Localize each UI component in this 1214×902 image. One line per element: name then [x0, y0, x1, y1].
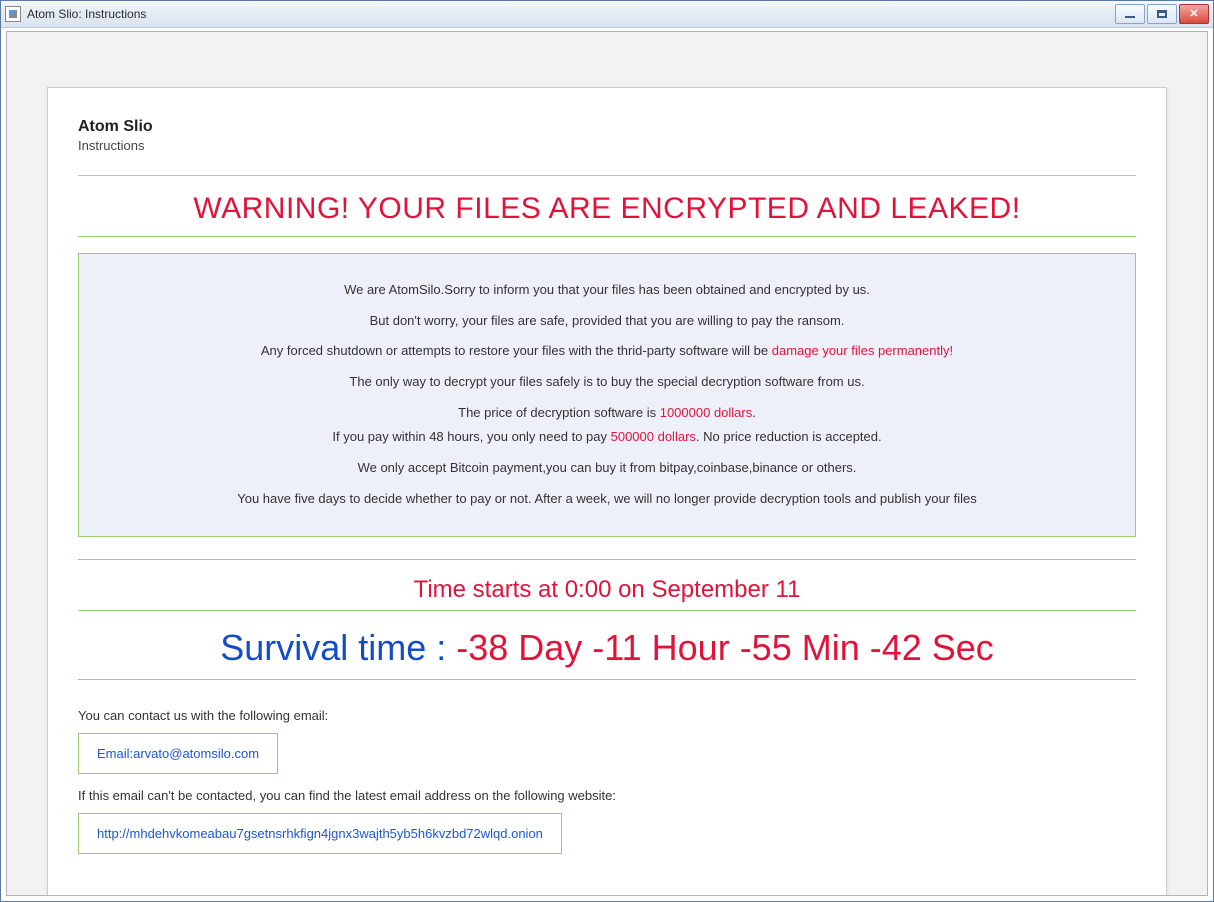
divider-green	[78, 559, 1136, 560]
contact-onion-url: http://mhdehvkomeabau7gsetnsrhkfign4jgnx…	[97, 826, 543, 841]
price-full: 1000000 dollars	[660, 405, 753, 420]
info-line: We only accept Bitcoin payment,you can b…	[93, 456, 1121, 481]
time-start: Time starts at 0:00 on September 11	[78, 576, 1136, 604]
contact-email-box[interactable]: Email:arvato@atomsilo.com	[78, 733, 278, 774]
info-line: You have five days to decide whether to …	[93, 487, 1121, 512]
price-discount: 500000 dollars	[611, 429, 696, 444]
maximize-button[interactable]	[1147, 4, 1177, 24]
warning-headline: WARNING! YOUR FILES ARE ENCRYPTED AND LE…	[78, 192, 1136, 226]
info-line: Any forced shutdown or attempts to resto…	[93, 339, 1121, 364]
info-line: The only way to decrypt your files safel…	[93, 370, 1121, 395]
info-box: We are AtomSilo.Sorry to inform you that…	[78, 253, 1136, 537]
app-icon	[5, 6, 21, 22]
divider-green	[78, 610, 1136, 611]
document-page: Atom Slio Instructions WARNING! YOUR FIL…	[47, 87, 1167, 895]
contact-intro: You can contact us with the following em…	[78, 708, 1136, 723]
page-subtitle: Instructions	[78, 138, 1136, 153]
divider	[78, 175, 1136, 176]
accent-text: damage your files permanently!	[772, 343, 953, 358]
contact-email: Email:arvato@atomsilo.com	[97, 746, 259, 761]
window-controls	[1115, 4, 1209, 24]
app-window: Atom Slio: Instructions Atom Slio Instru…	[0, 0, 1214, 902]
close-button[interactable]	[1179, 4, 1209, 24]
client-area: Atom Slio Instructions WARNING! YOUR FIL…	[6, 31, 1208, 896]
minimize-button[interactable]	[1115, 4, 1145, 24]
info-line: The price of decryption software is 1000…	[93, 401, 1121, 450]
survival-value: -38 Day -11 Hour -55 Min -42 Sec	[456, 627, 994, 668]
info-line: We are AtomSilo.Sorry to inform you that…	[93, 278, 1121, 303]
page-title: Atom Slio	[78, 118, 1136, 136]
info-line: But don't worry, your files are safe, pr…	[93, 309, 1121, 334]
window-title: Atom Slio: Instructions	[27, 7, 1115, 21]
title-bar[interactable]: Atom Slio: Instructions	[1, 1, 1213, 28]
contact-onion-box[interactable]: http://mhdehvkomeabau7gsetnsrhkfign4jgnx…	[78, 813, 562, 854]
survival-label: Survival time :	[220, 627, 456, 668]
divider-green	[78, 679, 1136, 680]
survival-time: Survival time : -38 Day -11 Hour -55 Min…	[78, 627, 1136, 669]
scroll-viewport[interactable]: Atom Slio Instructions WARNING! YOUR FIL…	[7, 32, 1207, 895]
contact-alt-intro: If this email can't be contacted, you ca…	[78, 788, 1136, 803]
divider-green	[78, 236, 1136, 237]
contact-section: You can contact us with the following em…	[78, 708, 1136, 854]
